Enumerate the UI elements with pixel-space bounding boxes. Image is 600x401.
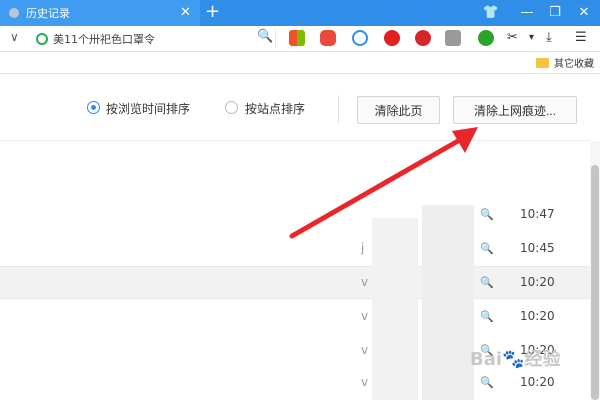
watermark: Bai🐾经验 [470, 349, 561, 370]
annotation-arrow [289, 127, 478, 239]
